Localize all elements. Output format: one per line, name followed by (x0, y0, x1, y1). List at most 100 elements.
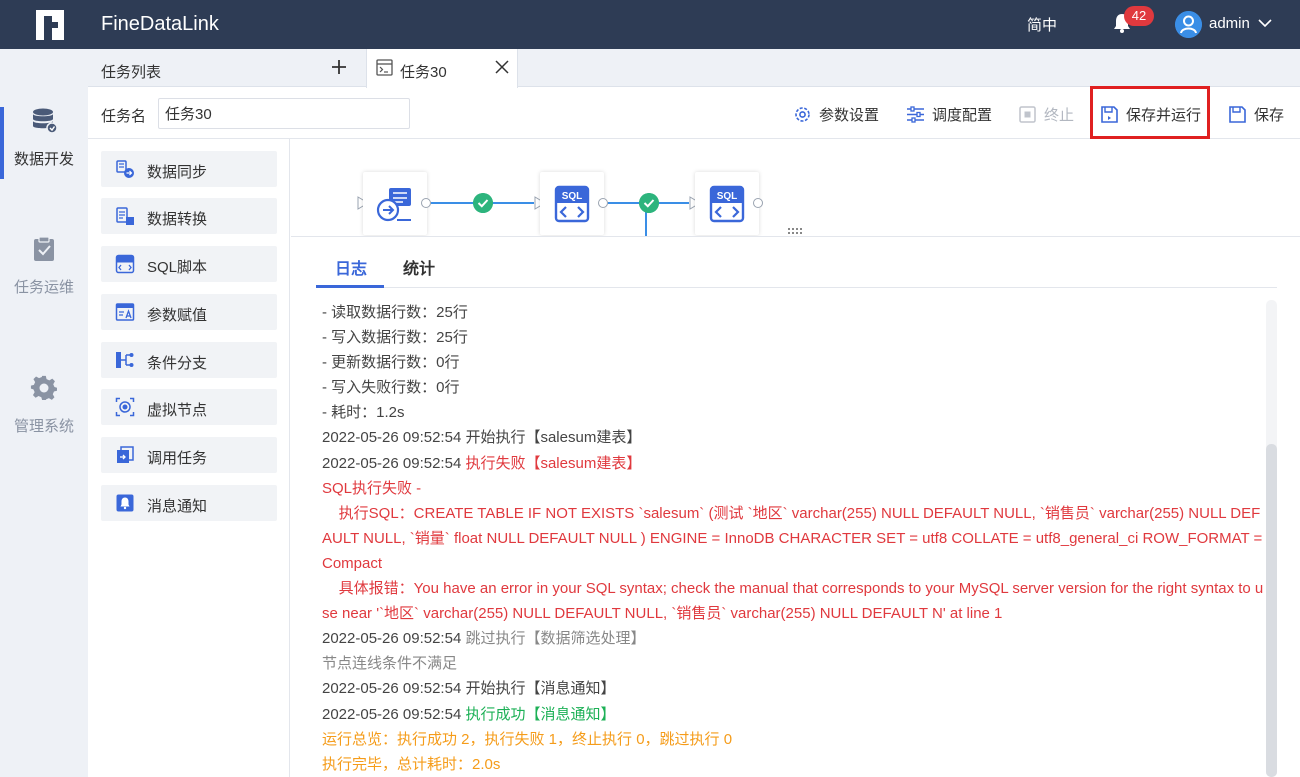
close-icon[interactable] (495, 60, 509, 74)
resize-grip-icon[interactable] (788, 228, 804, 234)
task-name-label: 任务名 (101, 108, 147, 125)
branch-icon (116, 352, 134, 368)
output-port[interactable] (753, 198, 763, 208)
finedatalink-logo-icon[interactable] (32, 8, 68, 42)
gear-outline-icon (795, 106, 810, 122)
app-title: FineDataLink (101, 13, 219, 35)
log-line: 2022-05-26 09:52:54 开始执行【salesum建表】 (322, 425, 1266, 450)
log-line: 2022-05-26 09:52:54 开始执行【消息通知】 (322, 676, 1266, 701)
save-label: 保存 (1254, 106, 1285, 124)
node-palette: 数据同步 数据转换 SQL脚本 参数赋值 条件分支 虚拟节点 调用任务 消息通知 (88, 139, 290, 777)
log-line: - 写入数据行数：25行 (322, 329, 468, 347)
data-sync-icon (116, 160, 134, 178)
chevron-down-icon[interactable] (1258, 16, 1272, 30)
left-nav: 数据开发 任务运维 管理系统 (0, 49, 88, 777)
palette-item-sql-script[interactable]: SQL脚本 (101, 246, 277, 282)
stop-label: 终止 (1044, 106, 1075, 124)
tab-task-30[interactable]: 任务30 (366, 49, 518, 88)
output-port[interactable] (421, 198, 431, 208)
nav-item-data-dev[interactable]: 数据开发 (0, 107, 88, 179)
palette-item-condition-branch[interactable]: 条件分支 (101, 342, 277, 378)
log-line: 2022-05-26 09:52:54 跳过执行【数据筛选处理】 (322, 626, 1266, 651)
top-bar: FineDataLink 简中 42 admin (0, 0, 1300, 49)
active-tab-indicator (316, 285, 384, 288)
palette-item-label: 消息通知 (147, 498, 208, 515)
log-line: 执行完毕，总计耗时：2.0s (322, 755, 501, 773)
log-line: - 更新数据行数：0行 (322, 354, 460, 372)
language-switch[interactable]: 简中 (1027, 14, 1057, 35)
nav-label: 管理系统 (13, 418, 74, 435)
log-panel: 日志 统计 - 读取数据行数：25行 - 写入数据行数：25行 - 更新数据行数：0… (291, 238, 1300, 777)
nav-item-system-admin[interactable]: 管理系统 (0, 374, 88, 436)
sql-node-icon: SQL (709, 185, 745, 223)
workflow-canvas[interactable]: SQL SQL (291, 139, 1300, 237)
palette-item-call-task[interactable]: 调用任务 (101, 437, 277, 473)
palette-item-data-sync[interactable]: 数据同步 (101, 151, 277, 187)
scrollbar-thumb[interactable] (1266, 444, 1277, 777)
output-port[interactable] (598, 198, 608, 208)
database-icon (33, 108, 58, 134)
log-timestamp: 2022-05-26 09:52:54 (322, 680, 462, 698)
log-tabs: 日志 统计 (316, 238, 1277, 288)
palette-item-label: 参数赋值 (147, 307, 208, 324)
palette-item-label: 虚拟节点 (147, 402, 208, 419)
tab-task-list[interactable]: 任务列表 (88, 49, 366, 87)
nav-item-task-ops[interactable]: 任务运维 (0, 235, 88, 297)
avatar[interactable] (1175, 11, 1202, 38)
log-message: 开始执行【salesum建表】 (465, 429, 642, 447)
sql-script-icon (115, 254, 135, 274)
log-message: 开始执行【消息通知】 (465, 680, 616, 698)
nav-label: 数据开发 (13, 151, 74, 168)
log-line: - 耗时：1.2s (322, 404, 405, 422)
task-name-input[interactable] (158, 98, 410, 129)
log-line: SQL执行失败 - (322, 479, 422, 497)
param-settings-label: 参数设置 (819, 106, 880, 124)
tab-log[interactable]: 日志 (335, 255, 367, 279)
tab-label: 任务30 (400, 64, 447, 81)
param-settings-button[interactable]: 参数设置 (793, 102, 879, 126)
tab-bar: 任务列表 任务30 (88, 49, 1300, 88)
task-file-icon (376, 59, 393, 76)
log-timestamp: 2022-05-26 09:52:54 (322, 705, 462, 723)
log-message: 执行成功【消息通知】 (465, 705, 616, 723)
data-sync-node[interactable] (363, 172, 427, 235)
sliders-icon (907, 105, 924, 123)
call-task-icon (117, 446, 134, 463)
palette-item-label: 数据同步 (147, 164, 208, 181)
stop-button[interactable]: 终止 (1018, 102, 1074, 126)
palette-item-virtual-node[interactable]: 虚拟节点 (101, 389, 277, 425)
notification-badge[interactable]: 42 (1124, 6, 1154, 26)
save-and-run-highlight (1090, 86, 1210, 139)
tab-label: 任务列表 (101, 64, 162, 81)
palette-item-label: 条件分支 (147, 355, 208, 372)
log-line: 具体报错：You have an error in your SQL synta… (322, 580, 1264, 623)
param-assign-icon (115, 303, 135, 321)
edge-success-check-icon[interactable] (639, 193, 659, 213)
log-timestamp: 2022-05-26 09:52:54 (322, 429, 462, 447)
sql-node-2[interactable]: SQL (695, 172, 759, 235)
virtual-node-icon (115, 397, 135, 417)
sql-node-1[interactable]: SQL (540, 172, 604, 235)
log-message: 跳过执行【数据筛选处理】 (465, 630, 646, 648)
palette-item-message-notify[interactable]: 消息通知 (101, 485, 277, 521)
palette-item-param-assign[interactable]: 参数赋值 (101, 294, 277, 330)
sql-node-text: SQL (717, 191, 738, 202)
tab-statistics[interactable]: 统计 (403, 255, 435, 279)
gear-icon (30, 375, 57, 401)
log-timestamp: 2022-05-26 09:52:54 (322, 630, 462, 648)
palette-item-data-transform[interactable]: 数据转换 (101, 198, 277, 234)
save-icon (1229, 105, 1246, 123)
log-line: - 写入失败行数：0行 (322, 379, 460, 397)
notification-icon (116, 494, 134, 512)
stop-icon (1019, 105, 1036, 123)
schedule-config-label: 调度配置 (932, 106, 993, 124)
user-name[interactable]: admin (1209, 15, 1250, 32)
sql-node-text: SQL (562, 191, 583, 202)
save-button[interactable]: 保存 (1228, 102, 1284, 126)
nav-label: 任务运维 (13, 279, 74, 296)
palette-item-label: 数据转换 (147, 211, 208, 228)
schedule-config-button[interactable]: 调度配置 (906, 102, 992, 126)
plus-icon[interactable] (330, 58, 348, 76)
log-timestamp: 2022-05-26 09:52:54 (322, 454, 462, 472)
edge-success-check-icon[interactable] (473, 193, 493, 213)
